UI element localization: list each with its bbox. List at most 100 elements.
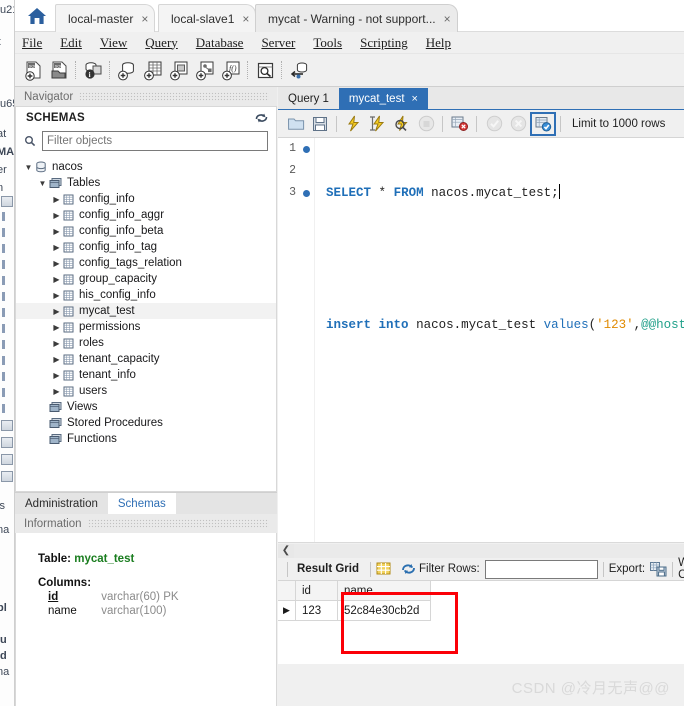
menu-file[interactable]: File [22,35,52,51]
server-status-icon[interactable]: i [80,57,106,83]
chevron-right-icon[interactable]: ▶ [50,291,63,300]
limit-rows-label[interactable]: Limit to 1000 rows [572,118,665,130]
chevron-right-icon[interactable]: ▶ [50,323,63,332]
chevron-down-icon[interactable]: ▼ [22,163,35,172]
table-row[interactable]: ▶ 123 52c84e30cb2d [278,601,684,621]
chevron-right-icon[interactable]: ▶ [50,371,63,380]
chevron-right-icon[interactable]: ▶ [50,355,63,364]
tree-node-mycat-test[interactable]: ▶ mycat_test [16,303,276,319]
chevron-right-icon[interactable]: ▶ [50,259,63,268]
cell-name[interactable]: 52c84e30cb2d [338,601,431,621]
statement-marker-icon [303,146,310,153]
chevron-right-icon[interactable]: ▶ [50,243,63,252]
chevron-right-icon[interactable]: ▶ [50,275,63,284]
menu-tools[interactable]: Tools [313,35,352,51]
editor-tab-query-1[interactable]: Query 1 [278,88,339,109]
grid-view-icon[interactable] [376,562,391,576]
tree-node-label: his_config_info [79,289,156,301]
toggle-autocommit-icon[interactable] [530,111,556,136]
connection-tab-local-slave1[interactable]: local-slave1 × [158,4,257,32]
sql-line-3[interactable]: insert into nacos.mycat_test values('123… [314,314,684,336]
search-input[interactable] [42,131,268,151]
tree-node-config-info-beta[interactable]: ▶ config_info_beta [16,223,276,239]
refresh-grid-icon[interactable] [401,562,416,576]
new-table-icon[interactable] [140,57,166,83]
tree-node-permissions[interactable]: ▶ permissions [16,319,276,335]
open-sql-script-icon[interactable]: SQL [46,57,72,83]
connection-tab-label: local-master [68,11,134,26]
tree-node-tenant-capacity[interactable]: ▶ tenant_capacity [16,351,276,367]
tree-node-group-capacity[interactable]: ▶ group_capacity [16,271,276,287]
reconnect-server-icon[interactable] [286,57,312,83]
close-icon[interactable]: × [242,13,249,25]
chevron-right-icon[interactable]: ▶ [50,195,63,204]
tree-node-his-config-info[interactable]: ▶ his_config_info [16,287,276,303]
filter-rows-input[interactable] [484,559,598,579]
wrap-cell-label[interactable]: Wrap C [678,557,684,581]
sql-editor[interactable]: 1 2 3 SELECT * FROM nacos.mycat_test; in… [278,138,684,542]
tree-node-views[interactable]: Views [16,399,276,415]
tree-node-users[interactable]: ▶ users [16,383,276,399]
connection-tab-mycat[interactable]: mycat - Warning - not support... × [255,4,458,32]
info-column-name: id [48,591,59,603]
chevron-left-icon[interactable]: ❮ [278,543,294,558]
close-icon[interactable]: × [412,93,418,105]
explain-query-icon[interactable] [390,113,414,135]
tab-administration[interactable]: Administration [15,493,108,514]
cell-id[interactable]: 123 [296,601,338,621]
result-grid[interactable]: id name ▶ 123 52c84e30cb2d [278,581,684,664]
sql-code-lines[interactable]: SELECT * FROM nacos.mycat_test; insert i… [314,138,684,542]
connection-tab-local-master[interactable]: local-master × [55,4,156,32]
menu-view[interactable]: View [100,35,137,51]
schema-tree[interactable]: ▼ nacos ▼ Tables ▶ config_info ▶ config_… [15,156,277,492]
execute-current-icon[interactable] [366,113,390,135]
tree-node-tenant-info[interactable]: ▶ tenant_info [16,367,276,383]
chevron-right-icon[interactable]: ▶ [50,387,63,396]
tree-node-stored-procedures[interactable]: Stored Procedures [16,415,276,431]
tree-node-config-tags-relation[interactable]: ▶ config_tags_relation [16,255,276,271]
chevron-down-icon[interactable]: ▼ [36,179,49,188]
close-icon[interactable]: × [444,13,451,25]
new-schema-icon[interactable] [114,57,140,83]
new-sql-tab-icon[interactable]: SQL [20,57,46,83]
close-icon[interactable]: × [141,13,148,25]
refresh-icon[interactable] [255,112,268,124]
chevron-right-icon[interactable]: ▶ [50,227,63,236]
chevron-right-icon[interactable]: ▶ [50,307,63,316]
table-icon [63,386,74,397]
editor-horizontal-scrollbar[interactable]: ❮ [278,542,684,558]
sql-line-2[interactable] [314,248,684,270]
tree-node-config-info-tag[interactable]: ▶ config_info_tag [16,239,276,255]
new-view-icon[interactable] [166,57,192,83]
tree-node-functions[interactable]: Functions [16,431,276,447]
tree-node-tables[interactable]: ▼ Tables [16,175,276,191]
scroll-track[interactable] [294,543,684,558]
menu-edit[interactable]: Edit [60,35,92,51]
sql-line-1[interactable]: SELECT * FROM nacos.mycat_test; [314,182,684,204]
tree-node-roles[interactable]: ▶ roles [16,335,276,351]
toggle-stop-on-error-icon[interactable] [448,113,472,135]
new-procedure-icon[interactable] [192,57,218,83]
sql-token: insert [326,318,372,332]
tree-node-config-info[interactable]: ▶ config_info [16,191,276,207]
tree-node-config-info-aggr[interactable]: ▶ config_info_aggr [16,207,276,223]
column-header-id[interactable]: id [296,581,338,601]
tab-schemas[interactable]: Schemas [107,493,176,514]
menu-query[interactable]: Query [145,35,188,51]
new-function-icon[interactable]: f() [218,57,244,83]
chevron-right-icon[interactable]: ▶ [50,211,63,220]
home-icon[interactable] [23,4,51,28]
search-table-data-icon[interactable] [252,57,278,83]
save-script-icon[interactable] [308,113,332,135]
editor-tab-mycat-test[interactable]: mycat_test × [338,88,428,109]
column-header-name[interactable]: name [338,581,431,601]
open-script-icon[interactable] [284,113,308,135]
execute-statement-icon[interactable] [342,113,366,135]
menu-server[interactable]: Server [261,35,305,51]
menu-help[interactable]: Help [426,35,461,51]
menu-database[interactable]: Database [196,35,254,51]
export-recordset-icon[interactable] [650,561,667,577]
tree-node-nacos[interactable]: ▼ nacos [16,159,276,175]
chevron-right-icon[interactable]: ▶ [50,339,63,348]
menu-scripting[interactable]: Scripting [360,35,418,51]
